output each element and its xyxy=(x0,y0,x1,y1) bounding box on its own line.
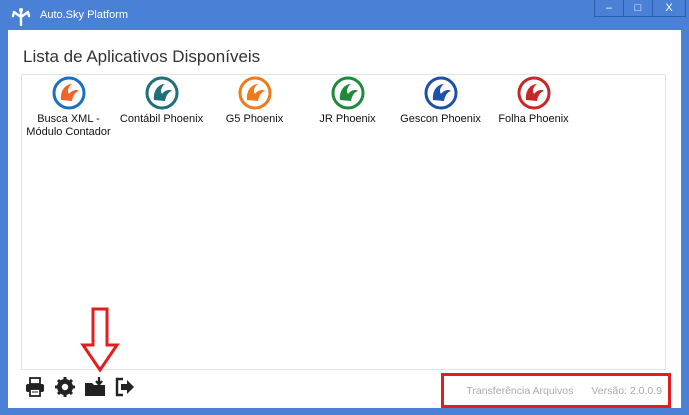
page-title: Lista de Aplicativos Disponíveis xyxy=(23,47,261,66)
phoenix-logo-icon xyxy=(238,76,271,110)
app-item-gescon-phoenix[interactable]: Gescon Phoenix xyxy=(394,76,487,139)
phoenix-logo-icon xyxy=(424,76,457,110)
app-item-jr-phoenix[interactable]: JR Phoenix xyxy=(301,76,394,139)
main-content: Lista de Aplicativos Disponíveis Busca X… xyxy=(8,30,681,408)
app-window: Auto.Sky Platform – □ X Lista de Aplicat… xyxy=(0,0,689,415)
phoenix-logo-icon xyxy=(145,76,178,110)
app-label: Busca XML - Módulo Contador xyxy=(26,113,111,138)
phoenix-logo-icon xyxy=(331,76,364,110)
bottom-toolbar xyxy=(24,376,144,398)
settings-button[interactable] xyxy=(54,376,76,398)
exit-icon xyxy=(115,377,134,397)
app-label: JR Phoenix xyxy=(319,113,376,125)
app-item-g5-phoenix[interactable]: G5 Phoenix xyxy=(208,76,301,139)
app-item-contabil-phoenix[interactable]: Contábil Phoenix xyxy=(115,76,208,139)
close-button[interactable]: X xyxy=(652,0,686,17)
app-list: Busca XML - Módulo Contador Contábil Pho… xyxy=(22,76,580,139)
print-button[interactable] xyxy=(24,376,46,398)
app-logo-icon xyxy=(11,8,31,27)
app-label: Contábil Phoenix xyxy=(119,113,204,125)
phoenix-logo-icon xyxy=(517,76,550,110)
status-bar: Transferência Arquivos Versão: 2.0.0.9 xyxy=(441,373,671,408)
exit-button[interactable] xyxy=(114,376,136,398)
phoenix-logo-icon xyxy=(52,76,85,110)
folder-download-icon xyxy=(85,377,105,396)
version-label: Versão: 2.0.0.9 xyxy=(591,384,662,397)
window-title: Auto.Sky Platform xyxy=(40,9,129,21)
minimize-button[interactable]: – xyxy=(594,0,624,17)
red-arrow-annotation xyxy=(80,307,120,373)
app-label: G5 Phoenix xyxy=(225,113,284,125)
maximize-button[interactable]: □ xyxy=(623,0,653,17)
app-item-busca-xml[interactable]: Busca XML - Módulo Contador xyxy=(22,76,115,139)
folder-download-button[interactable] xyxy=(84,376,106,398)
app-label: Folha Phoenix xyxy=(498,113,569,125)
app-label: Gescon Phoenix xyxy=(400,113,481,125)
printer-icon xyxy=(26,377,44,397)
title-bar[interactable]: Auto.Sky Platform – □ X xyxy=(0,0,689,30)
app-item-folha-phoenix[interactable]: Folha Phoenix xyxy=(487,76,580,139)
gear-icon xyxy=(55,377,75,397)
transfer-files-link[interactable]: Transferência Arquivos xyxy=(466,385,573,397)
